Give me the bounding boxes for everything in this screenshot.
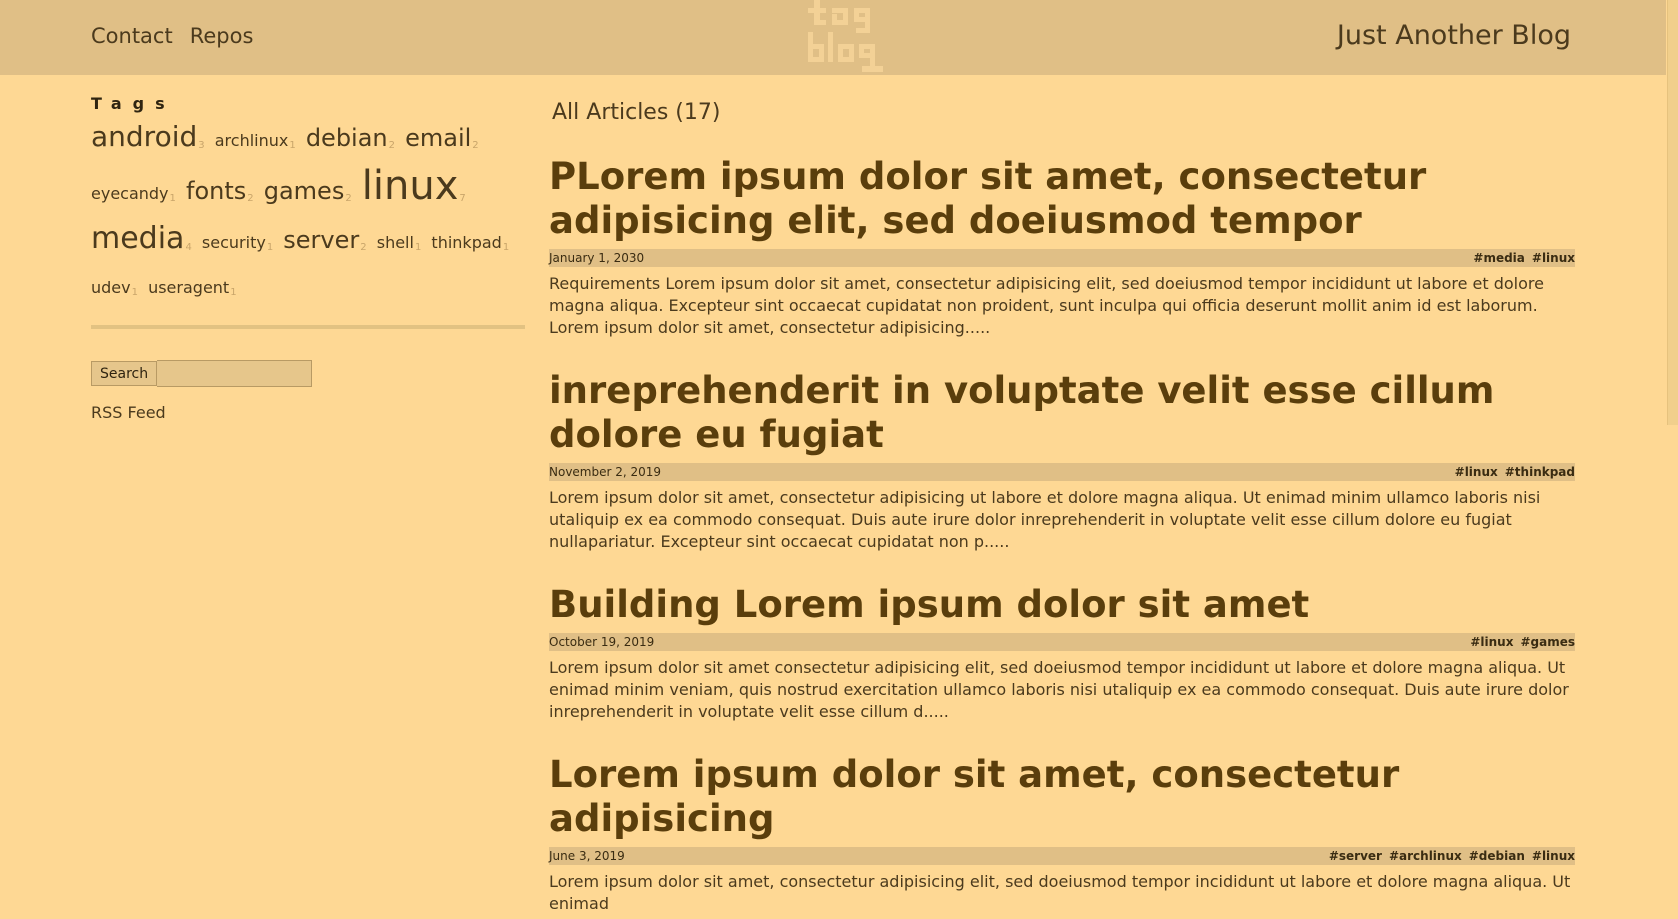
article-meta-bar: October 19, 2019 #linux #games [549,633,1575,651]
tag-link-useragent[interactable]: useragent1 [148,278,237,298]
article-tag-link[interactable]: #debian [1469,849,1525,863]
tag-count: 1 [414,242,422,253]
tag-name: games [263,177,345,205]
tag-count: 3 [198,140,205,151]
tag-link-security[interactable]: security1 [201,233,274,253]
tag-name: archlinux [214,131,289,150]
article-tag-link[interactable]: #server [1329,849,1382,863]
tag-count: 1 [169,193,176,204]
tag-count: 2 [388,140,396,151]
tag-count: 1 [131,287,138,298]
tag-count: 2 [247,193,254,204]
article-tag-link[interactable]: #linux [1532,251,1575,265]
article-title-link[interactable]: Lorem ipsum dolor sit amet, consectetur … [549,753,1575,841]
article-tag-link[interactable]: #linux [1455,465,1498,479]
tag-link-debian[interactable]: debian2 [306,124,395,152]
main-content: All Articles (17) PLorem ipsum dolor sit… [549,100,1575,915]
tag-name: server [283,226,360,254]
tag-count: 1 [230,287,237,298]
article-excerpt: Lorem ipsum dolor sit amet, consectetur … [549,488,1541,551]
tag-link-android[interactable]: android3 [91,120,205,153]
article-item: PLorem ipsum dolor sit amet, consectetur… [549,155,1575,339]
tag-name: thinkpad [431,233,502,252]
article-title-link[interactable]: Building Lorem ipsum dolor sit amet [549,583,1575,627]
top-nav: Contact Repos [91,24,253,48]
tag-link-email[interactable]: email2 [405,124,479,152]
nav-repos-link[interactable]: Repos [190,24,254,48]
sidebar: Tags android3 archlinux1 debian2 email2 … [91,94,525,422]
nav-contact-link[interactable]: Contact [91,24,173,48]
tag-name: eyecandy [91,184,169,203]
article-title-link[interactable]: PLorem ipsum dolor sit amet, consectetur… [549,155,1575,243]
search-form: Search [91,360,525,387]
tag-name: useragent [148,278,230,297]
tag-link-server[interactable]: server2 [283,226,366,254]
site-title[interactable]: Just Another Blog [1337,20,1571,51]
article-excerpt: Lorem ipsum dolor sit amet, consectetur … [549,872,1571,913]
tag-link-archlinux[interactable]: archlinux1 [214,131,296,151]
tag-name: media [91,221,185,256]
tag-link-linux[interactable]: linux7 [362,163,466,209]
tag-count: 1 [266,242,274,253]
tag-link-media[interactable]: media4 [91,221,192,256]
article-meta-bar: November 2, 2019 #linux #thinkpad [549,463,1575,481]
tag-link-shell[interactable]: shell1 [376,233,422,253]
tag-name: android [91,120,198,153]
article-tag-link[interactable]: #thinkpad [1505,465,1575,479]
article-date: June 3, 2019 [549,849,625,863]
article-excerpt: Lorem ipsum dolor sit amet consectetur a… [549,658,1569,721]
tag-link-udev[interactable]: udev1 [91,278,138,298]
article-tags: #server #archlinux #debian #linux [1322,849,1575,863]
scrollbar-thumb[interactable] [1667,0,1678,425]
article-item: Building Lorem ipsum dolor sit amet Octob… [549,583,1575,723]
article-item: inreprehenderit in voluptate velit esse … [549,369,1575,553]
article-tag-link[interactable]: #games [1520,635,1575,649]
tag-count: 2 [472,140,479,151]
tag-name: email [405,124,472,152]
article-date: October 19, 2019 [549,635,655,649]
article-tags: #media #linux [1466,251,1575,265]
tag-link-games[interactable]: games2 [264,177,352,205]
tag-count: 4 [185,242,192,253]
article-tags: #linux #thinkpad [1448,465,1575,479]
tag-count: 7 [459,193,466,204]
article-title-link[interactable]: inreprehenderit in voluptate velit esse … [549,369,1575,457]
tag-link-eyecandy[interactable]: eyecandy1 [91,184,176,204]
page-scrollbar[interactable] [1666,0,1678,919]
tag-count: 2 [345,193,352,204]
article-meta-bar: June 3, 2019 #server #archlinux #debian #lin… [549,847,1575,865]
tag-name: udev [91,278,131,297]
search-input[interactable] [157,360,313,387]
article-list: PLorem ipsum dolor sit amet, consectetur… [549,155,1575,915]
article-item: Lorem ipsum dolor sit amet, consectetur … [549,753,1575,915]
search-button[interactable]: Search [91,361,158,386]
tag-count: 1 [502,242,510,253]
tag-count: 1 [289,140,296,151]
tag-name: shell [376,233,414,252]
page-title: All Articles (17) [552,100,721,125]
tag-name: linux [361,163,459,209]
tag-count: 2 [360,242,367,253]
site-header: Contact Repos Just Another Blog [0,0,1678,75]
article-tags: #linux #games [1463,635,1575,649]
tag-name: security [201,233,266,252]
tag-link-thinkpad[interactable]: thinkpad1 [431,233,510,253]
article-tag-link[interactable]: #linux [1470,635,1513,649]
tag-blog-logo-icon[interactable] [804,0,886,75]
article-date: November 2, 2019 [549,465,662,479]
article-tag-link[interactable]: #media [1473,251,1525,265]
article-date: January 1, 2030 [549,251,645,265]
tag-name: debian [305,124,388,152]
sidebar-divider [91,325,525,329]
tags-heading: Tags [91,94,176,113]
article-tag-link[interactable]: #archlinux [1389,849,1462,863]
article-tag-link[interactable]: #linux [1532,849,1575,863]
rss-feed-link[interactable]: RSS Feed [91,403,525,422]
tag-name: fonts [186,177,247,205]
article-excerpt: Requirements Lorem ipsum dolor sit amet,… [549,274,1544,337]
tag-link-fonts[interactable]: fonts2 [186,177,254,205]
tag-cloud: android3 archlinux1 debian2 email2 eyeca… [91,117,521,313]
article-meta-bar: January 1, 2030 #media #linux [549,249,1575,267]
